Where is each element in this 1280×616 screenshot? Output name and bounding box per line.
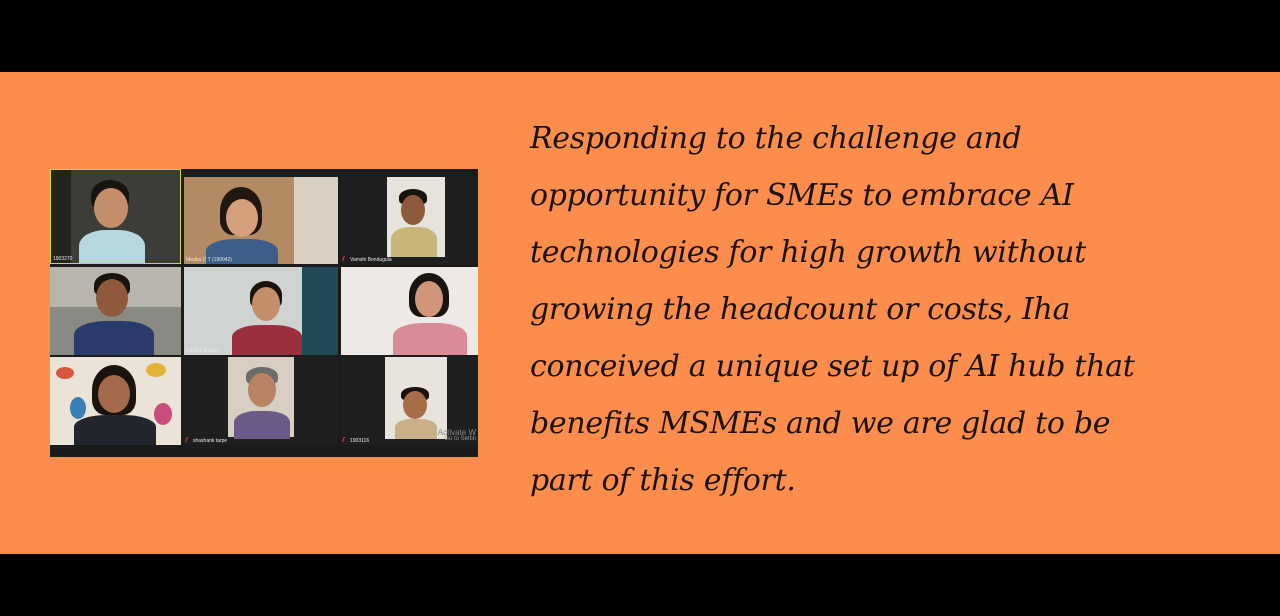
participant-name: Vamshi Bondugula — [342, 256, 392, 263]
participant-name: Medha D T (190042) — [186, 257, 232, 263]
participant-tile — [50, 267, 181, 355]
participant-name: shashank tarpe — [185, 437, 228, 444]
participant-name: 1903116 — [342, 437, 370, 444]
quote-text: Responding to the challenge and opportun… — [530, 121, 1135, 498]
video-call-screenshot: 1903270 Medha D T (190042) Vamshi Bondug… — [50, 169, 478, 457]
participant-tile: Pavitra Sharma — [184, 267, 338, 355]
participant-tile: 1903270 — [50, 169, 181, 264]
participant-name: Pavitra Sharma — [186, 348, 221, 354]
participant-tile: 1903116 Activate W Go to Settin — [341, 357, 478, 445]
participant-tile: Vamshi Bondugula — [341, 177, 478, 264]
top-letterbox-band — [0, 0, 1280, 72]
participant-name: 1903270 — [53, 256, 73, 262]
participant-name-text: Vamshi Bondugula — [350, 257, 392, 263]
participant-name-text: shashank tarpe — [193, 438, 228, 444]
participant-name: B.. V.. — [343, 348, 357, 354]
participant-tile: shashank tarpe — [184, 357, 338, 445]
participant-tile — [50, 357, 181, 445]
mute-icon — [342, 256, 349, 261]
watermark-line-1: Activate W — [437, 428, 476, 437]
mute-icon — [342, 437, 349, 442]
participant-tile: B.. V.. — [341, 267, 478, 355]
participant-name-text: 1903116 — [350, 438, 370, 444]
watermark-line-2: Go to Settin — [444, 436, 476, 442]
bottom-letterbox-band — [0, 554, 1280, 616]
participant-tile: Medha D T (190042) — [184, 177, 338, 264]
windows-activation-watermark: Activate W Go to Settin — [438, 429, 476, 443]
mute-icon — [185, 437, 192, 442]
